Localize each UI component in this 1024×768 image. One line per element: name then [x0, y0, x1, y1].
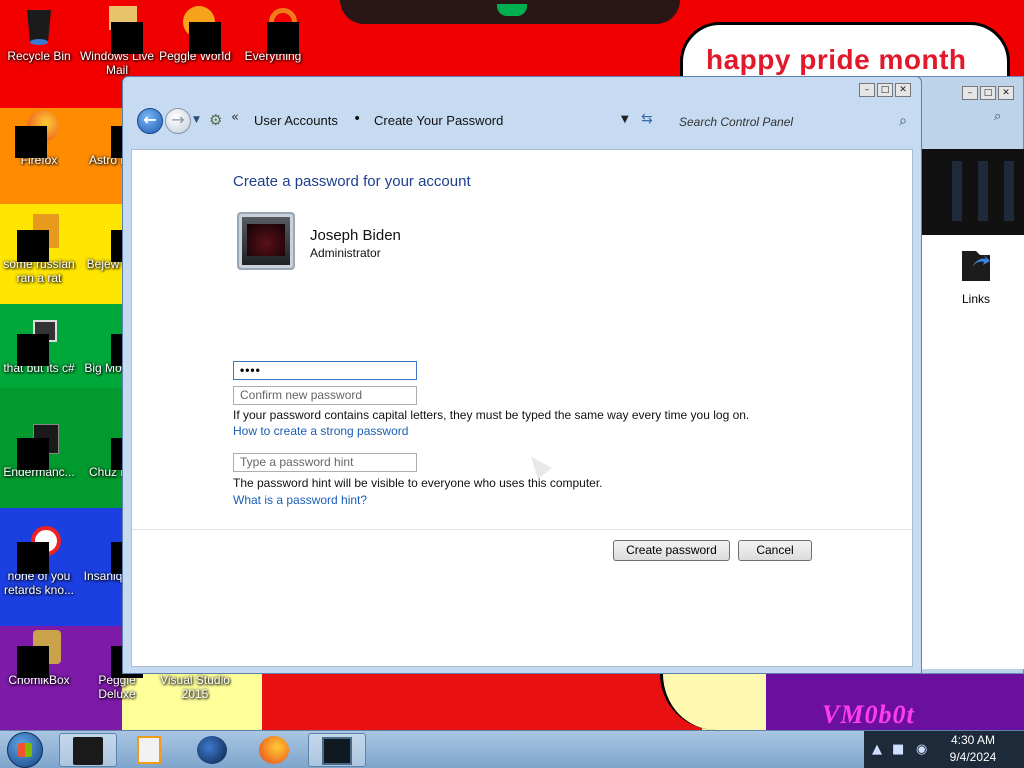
terminal-icon — [17, 422, 59, 470]
start-button[interactable] — [7, 732, 43, 768]
desktop-icon-that-but-c-sharp[interactable]: that but its c# — [0, 318, 78, 375]
links-folder-label: Links — [961, 292, 990, 306]
taskbar-item-firefox[interactable] — [246, 733, 304, 767]
wallpaper-bottom-red — [262, 674, 702, 730]
desktop-icon-label: Visual Studio 2015 — [160, 673, 230, 701]
wallpaper-green-shape — [497, 4, 527, 16]
minimize-button[interactable]: – — [859, 83, 875, 97]
maximize-button[interactable]: □ — [980, 86, 996, 100]
breadcrumb-create-your-password[interactable]: Create Your Password — [374, 113, 503, 128]
chomikbox-icon — [17, 630, 61, 678]
action-center-icon[interactable]: ■ — [892, 742, 904, 757]
mail-icon — [97, 6, 143, 54]
search-icon[interactable]: ⌕ — [899, 113, 907, 129]
network-icon[interactable]: ◉ — [916, 742, 927, 757]
firefox-icon — [259, 736, 289, 764]
clock-date[interactable]: 9/4/2024 — [930, 750, 1016, 764]
breadcrumb-user-accounts[interactable]: User Accounts — [254, 113, 338, 128]
taskbar-item-globe-app[interactable] — [184, 733, 242, 767]
control-panel-icon: ⚙ — [209, 111, 223, 129]
create-password-button[interactable]: Create password — [613, 540, 730, 561]
desktop-icon-none-of-you[interactable]: none of you retards kno... — [0, 526, 78, 597]
window-stack-icon — [17, 318, 59, 366]
maximize-button[interactable]: □ — [877, 83, 893, 97]
desktop-icon-firefox[interactable]: Firefox — [0, 110, 78, 167]
address-dropdown-icon[interactable]: ▼ — [621, 114, 629, 125]
avatar — [237, 212, 295, 270]
window-controls: – □ ✕ — [859, 83, 911, 97]
user-role: Administrator — [310, 246, 381, 260]
content-area: Create a password for your account Josep… — [131, 149, 913, 667]
user-name: Joseph Biden — [310, 227, 401, 244]
taskbar-item-explorer[interactable] — [59, 733, 117, 767]
back-button[interactable]: ← — [137, 108, 163, 134]
search-box[interactable]: Search Control Panel ⌕ — [663, 107, 913, 137]
address-bar: ← → ▼ ⚙ « User Accounts • Create Your Pa… — [135, 105, 915, 145]
cancel-button[interactable]: Cancel — [738, 540, 812, 561]
minimize-button[interactable]: – — [962, 86, 978, 100]
breadcrumb-separator-icon[interactable]: • — [353, 111, 361, 127]
firefox-icon — [15, 110, 59, 158]
tray-expand-icon[interactable]: ▲ — [872, 742, 882, 757]
app-icon — [17, 526, 61, 574]
explorer-dark-strip — [920, 149, 1024, 235]
close-button[interactable]: ✕ — [998, 86, 1014, 100]
page-title: Create a password for your account — [233, 173, 471, 190]
control-panel-icon — [322, 737, 352, 765]
clock-time[interactable]: 4:30 AM — [930, 733, 1016, 747]
everything-icon — [253, 6, 299, 54]
desktop-icon-everything[interactable]: Everything — [234, 6, 312, 63]
desktop-icon-peggle-world[interactable]: Peggle World — [156, 6, 234, 63]
taskbar-item-media-player[interactable] — [121, 733, 179, 767]
taskbar: ▲ ■ ◉ — [0, 730, 1024, 768]
peggle-icon — [175, 6, 221, 54]
refresh-icon[interactable]: ⇆ — [641, 111, 653, 127]
desktop-icon-endermanch[interactable]: Endermanc... — [0, 422, 78, 479]
background-explorer-window[interactable]: ⌕ — [905, 76, 1024, 674]
search-icon[interactable]: ⌕ — [994, 109, 1001, 124]
confirm-password-field[interactable]: Confirm new password — [233, 386, 417, 405]
wallpaper-speech-text: happy pride month — [706, 44, 967, 75]
new-password-field[interactable]: •••• — [233, 361, 417, 380]
create-password-window: – □ ✕ ← → ▼ ⚙ « User Accounts • Create Y… — [122, 76, 922, 674]
recent-pages-chevron-icon[interactable]: ▼ — [193, 115, 200, 125]
mouse-cursor-icon — [524, 450, 552, 480]
password-hint-field[interactable]: Type a password hint — [233, 453, 417, 472]
breadcrumb-overflow-icon[interactable]: « — [231, 110, 239, 125]
search-input[interactable]: Search Control Panel — [679, 115, 793, 129]
forward-button[interactable]: → — [165, 108, 191, 134]
wallpaper-corner-text: VM0b0t — [822, 700, 915, 729]
background-window-controls: – □ ✕ — [962, 86, 1014, 100]
password-hint-link[interactable]: What is a password hint? — [233, 493, 367, 507]
desktop-icon-recycle-bin[interactable]: Recycle Bin — [0, 6, 78, 63]
links-folder-icon[interactable] — [958, 245, 992, 285]
hint-visibility-note: The password hint will be visible to eve… — [233, 476, 603, 490]
explorer-icon — [73, 737, 103, 765]
strong-password-link[interactable]: How to create a strong password — [233, 424, 408, 438]
recycle-bin-icon — [19, 6, 59, 46]
close-button[interactable]: ✕ — [895, 83, 911, 97]
app-icon — [17, 214, 59, 262]
windows-logo-icon — [18, 743, 32, 757]
desktop-icon-russian-rat[interactable]: some russian ran a rat — [0, 214, 78, 285]
taskbar-item-control-panel[interactable] — [308, 733, 366, 767]
desktop-icon-chomikbox[interactable]: ChomikBox — [0, 630, 78, 687]
desktop-icon-windows-live-mail[interactable]: Windows Live Mail — [78, 6, 156, 77]
media-player-icon — [137, 736, 161, 764]
capital-letters-note: If your password contains capital letter… — [233, 408, 750, 422]
globe-icon — [197, 736, 227, 764]
desktop-icon-label: Recycle Bin — [7, 49, 71, 63]
divider — [132, 529, 912, 530]
